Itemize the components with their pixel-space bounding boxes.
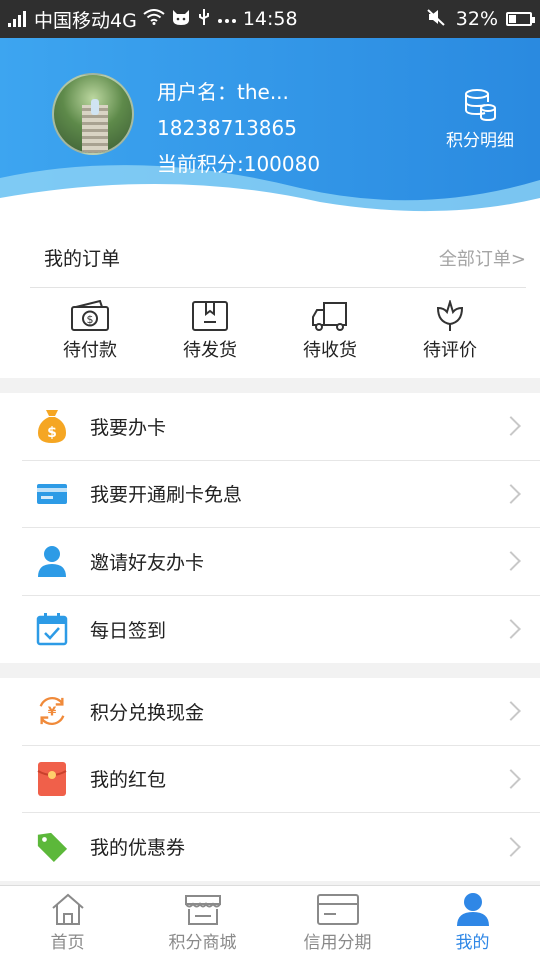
wifi-icon [143,8,165,30]
menu-red-envelope-label: 我的红包 [90,769,167,792]
order-pending-receipt-label: 待收货 [303,340,357,361]
tab-home-label: 首页 [50,933,85,953]
avatar[interactable] [52,73,134,155]
box-icon [192,301,228,331]
orders-section: 我的订单 全部订单> $ 待付款 待发货 待收货 待评价 [0,228,540,378]
menu-interest-free[interactable]: 我要开通刷卡免息 [22,461,540,528]
username: 用户名：the... [157,80,289,104]
all-orders-link[interactable]: 全部订单> [439,245,526,271]
chevron-right-icon [501,619,521,640]
orders-title: 我的订单 [44,248,121,270]
phone-number: 18238713865 [157,116,297,140]
user-icon [456,893,489,926]
carrier-label: 中国移动4G [34,9,137,32]
order-pending-payment[interactable]: $ 待付款 [30,300,150,362]
chevron-right-icon [501,551,521,572]
chevron-right-icon [501,836,521,857]
credit-card-icon [316,894,359,925]
order-pending-review-label: 待评价 [423,340,477,361]
chevron-right-icon [501,768,521,789]
tab-points-mall-label: 积分商城 [168,933,237,953]
more-icon [217,9,237,29]
tab-home[interactable]: 首页 [0,886,135,960]
menu-interest-free-label: 我要开通刷卡免息 [90,484,243,507]
flower-icon [436,300,464,331]
order-pending-shipment[interactable]: 待发货 [150,300,270,362]
money-icon: $ [71,300,109,331]
menu-apply-card-label: 我要办卡 [90,416,167,439]
person-icon [36,544,68,578]
menu-daily-checkin-label: 每日签到 [90,619,167,642]
battery-icon [506,12,535,26]
menu-daily-checkin[interactable]: 每日签到 [22,596,540,664]
signal-icon [8,11,28,27]
tab-credit-installment-label: 信用分期 [303,933,372,953]
status-bar: 中国移动4G 14:58 32% [0,0,540,38]
menu-invite-friends[interactable]: 邀请好友办卡 [22,528,540,596]
menu-points-to-cash-label: 积分兑换现金 [90,701,205,724]
orders-header: 我的订单 全部订单> [30,228,526,288]
points-detail-button[interactable]: 积分明细 [434,88,526,151]
red-envelope-icon [36,761,68,796]
chevron-right-icon [501,416,521,437]
tag-icon [36,830,68,864]
order-pending-shipment-label: 待发货 [183,340,237,361]
cat-icon [171,8,191,31]
current-points: 当前积分:100080 [157,152,321,176]
menu-group-cards: $ 我要办卡 我要开通刷卡免息 邀请好友办卡 每日签到 [0,393,540,663]
card-icon [36,477,68,511]
svg-text:$: $ [87,313,94,326]
svg-text:$: $ [47,425,57,441]
battery-percent: 32% [455,8,498,30]
database-icon [465,89,496,122]
order-pending-review[interactable]: 待评价 [390,300,510,362]
usb-icon [197,8,211,31]
points-detail-label: 积分明细 [446,131,514,151]
tab-mine[interactable]: 我的 [405,886,540,960]
tab-points-mall[interactable]: 积分商城 [135,886,270,960]
order-pending-payment-label: 待付款 [63,340,117,361]
calendar-check-icon [36,612,68,646]
chevron-right-icon [501,483,521,504]
shop-icon [184,895,221,925]
menu-invite-friends-label: 邀请好友办卡 [90,551,205,574]
svg-text:¥: ¥ [48,705,57,719]
chevron-right-icon [501,701,521,722]
tab-bar: 首页 积分商城 信用分期 我的 [0,885,540,960]
user-info: 用户名：the... 18238713865 当前积分:100080 [157,74,320,182]
home-icon [51,893,84,925]
menu-coupons[interactable]: 我的优惠券 [22,813,540,881]
menu-group-rewards: ¥ 积分兑换现金 我的红包 我的优惠券 [0,678,540,881]
truck-icon [312,302,347,331]
money-bag-icon: $ [36,409,68,444]
menu-red-envelope[interactable]: 我的红包 [22,746,540,813]
profile-header: 用户名：the... 18238713865 当前积分:100080 积分明细 [0,38,540,228]
tab-credit-installment[interactable]: 信用分期 [270,886,405,960]
order-pending-receipt[interactable]: 待收货 [270,300,390,362]
menu-coupons-label: 我的优惠券 [90,837,186,860]
clock-label: 14:58 [242,8,298,30]
tab-mine-label: 我的 [455,933,490,953]
menu-points-to-cash[interactable]: ¥ 积分兑换现金 [22,678,540,746]
menu-apply-card[interactable]: $ 我要办卡 [22,393,540,461]
mute-icon [426,8,446,31]
yuan-exchange-icon: ¥ [36,694,68,728]
